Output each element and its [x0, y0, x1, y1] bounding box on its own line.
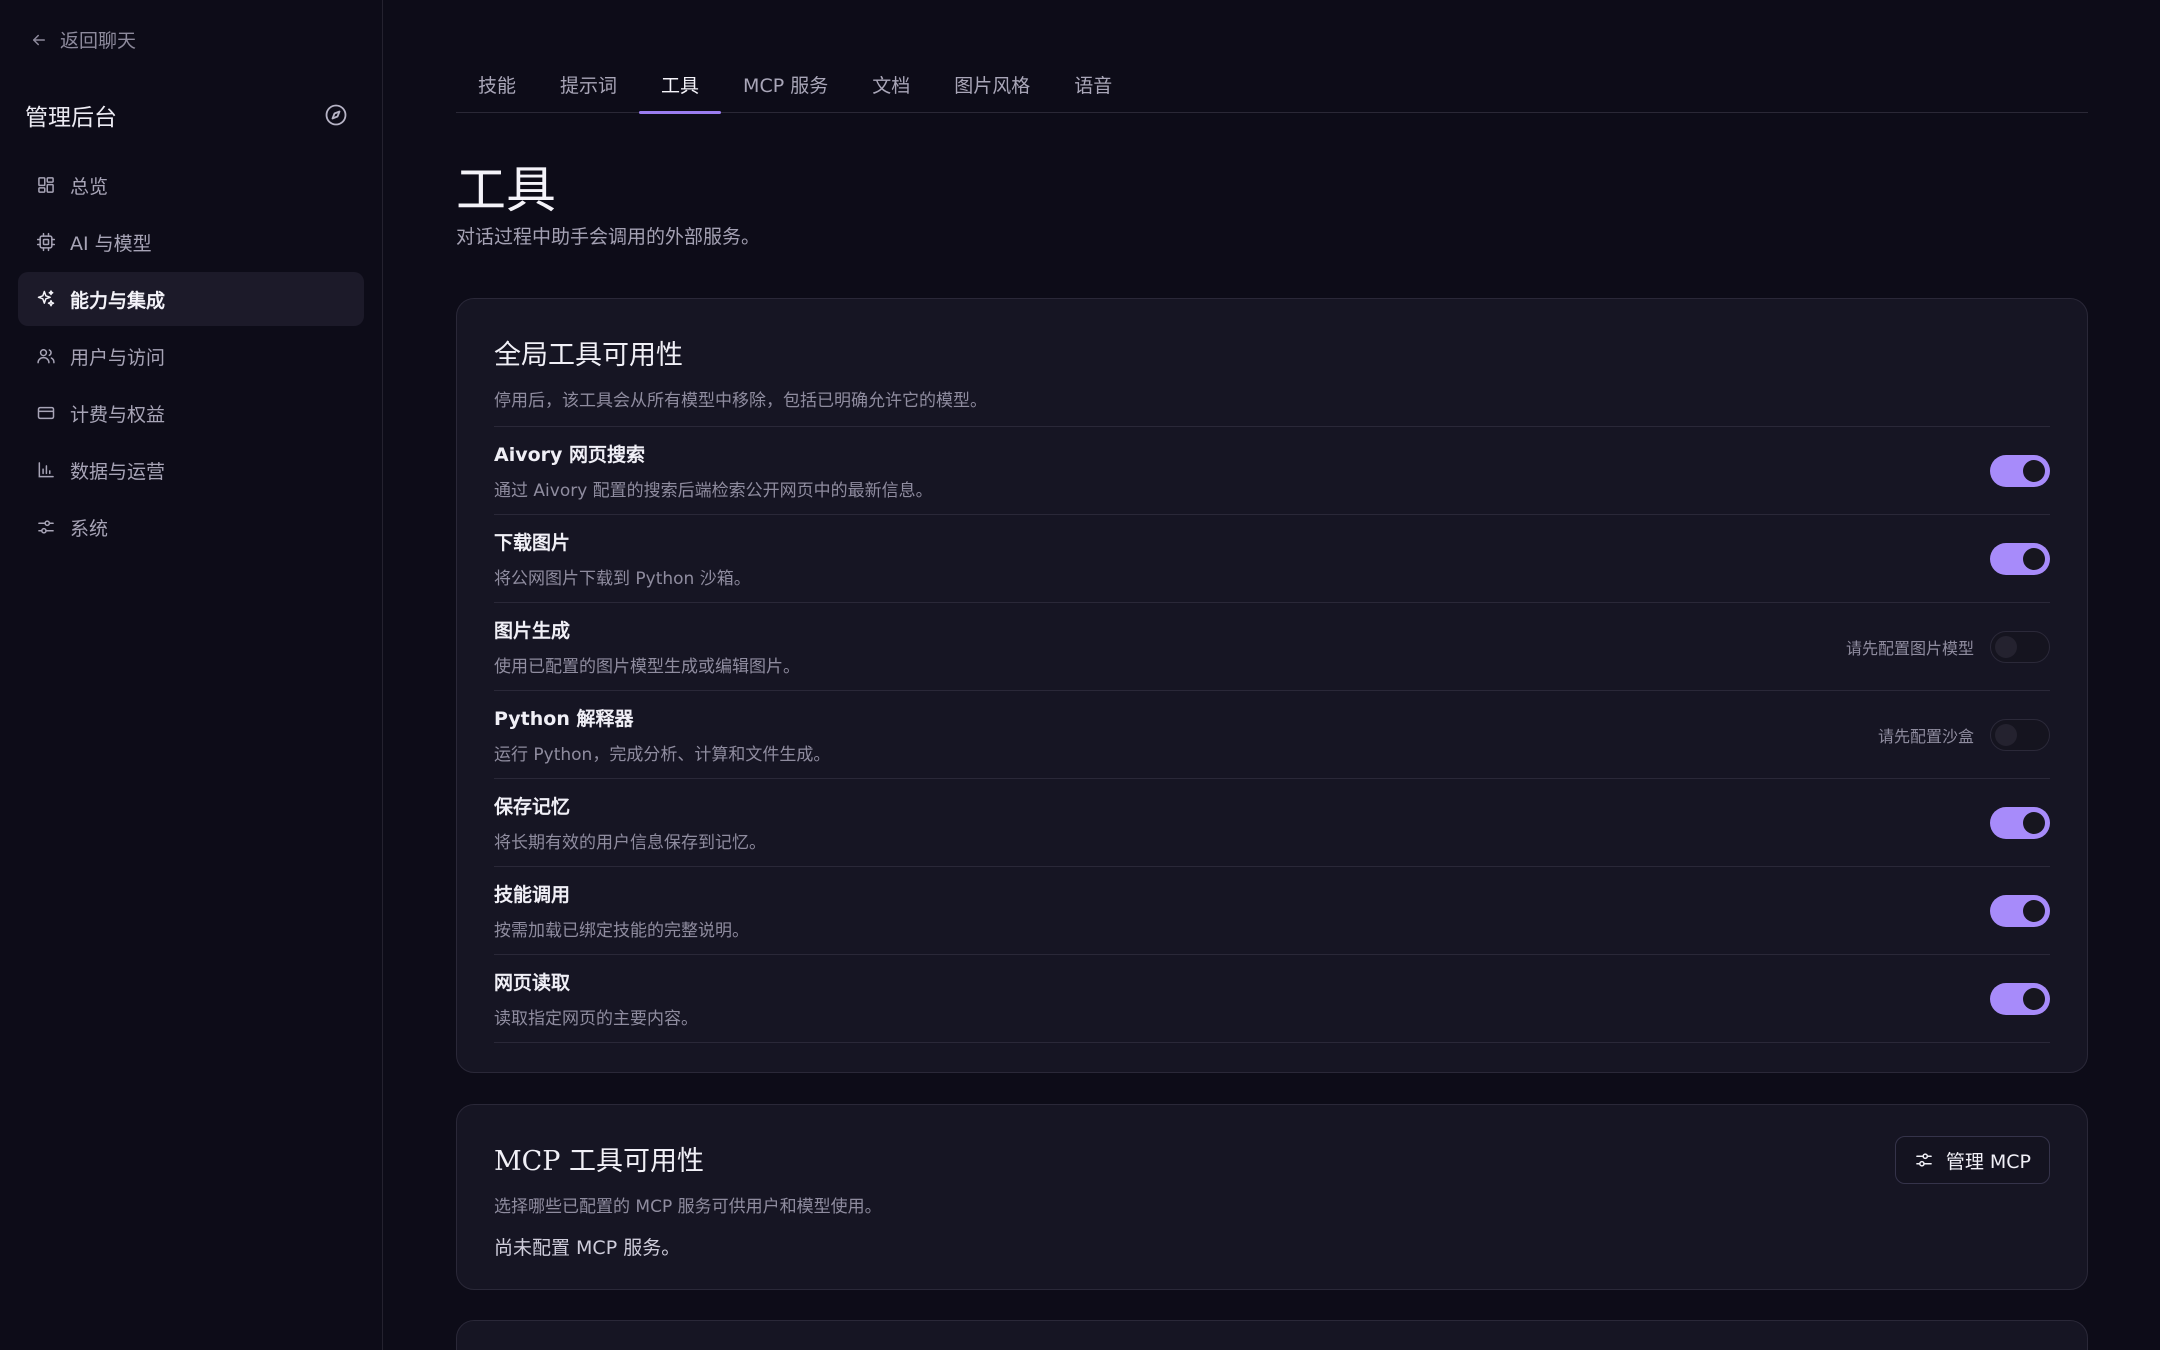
tool-description: 将公网图片下载到 Python 沙箱。 — [494, 569, 751, 589]
bar-chart-icon — [38, 462, 54, 478]
tool-name: 下载图片 — [494, 532, 571, 554]
cpu-icon — [36, 232, 56, 252]
tool-info: 图片生成 使用已配置的图片模型生成或编辑图片。 — [494, 616, 800, 677]
main-content: 技能 提示词 工具 MCP 服务 文档 图片风格 语音 工具 对话过程中助手会调… — [383, 0, 2160, 1350]
mcp-empty-state: 尚未配置 MCP 服务。 — [494, 1237, 681, 1259]
tool-row-skill-invoke: 技能调用 按需加载已绑定技能的完整说明。 — [494, 867, 2050, 955]
sliders-icon — [1915, 1153, 1932, 1167]
tab-skills[interactable]: 技能 — [456, 56, 538, 113]
card-title: MCP 工具可用性 — [494, 1146, 705, 1177]
tool-name: Python 解释器 — [494, 708, 634, 730]
tool-info: 保存记忆 将长期有效的用户信息保存到记忆。 — [494, 792, 766, 853]
tab-image-styles[interactable]: 图片风格 — [932, 56, 1052, 113]
tool-description: 使用已配置的图片模型生成或编辑图片。 — [494, 657, 800, 677]
tool-controls — [1990, 542, 2050, 575]
sidebar-item-label: 系统 — [70, 517, 109, 540]
tool-info: 下载图片 将公网图片下载到 Python 沙箱。 — [494, 528, 751, 589]
tool-info: Aivory 网页搜索 通过 Aivory 配置的搜索后端检索公开网页中的最新信… — [494, 440, 933, 501]
tool-row-save-memory: 保存记忆 将长期有效的用户信息保存到记忆。 — [494, 779, 2050, 867]
tool-controls — [1990, 806, 2050, 839]
card-description: 停用后，该工具会从所有模型中移除，包括已明确允许它的模型。 — [494, 391, 987, 411]
sidebar-item-ai-models[interactable]: AI 与模型 — [18, 215, 364, 269]
tool-name: 网页读取 — [494, 972, 571, 994]
tool-config-note: 请先配置沙盒 — [1877, 726, 1974, 746]
tool-description: 按需加载已绑定技能的完整说明。 — [494, 921, 749, 941]
tab-documents[interactable]: 文档 — [850, 56, 932, 113]
manage-mcp-button[interactable]: 管理 MCP — [1894, 1136, 2050, 1184]
dashboard-icon — [38, 177, 54, 193]
global-tools-card: 全局工具可用性 停用后，该工具会从所有模型中移除，包括已明确允许它的模型。 Ai… — [456, 298, 2088, 1073]
tool-name: 保存记忆 — [494, 796, 571, 818]
manage-mcp-label: 管理 MCP — [1945, 1150, 2031, 1173]
tool-row-web-search: Aivory 网页搜索 通过 Aivory 配置的搜索后端检索公开网页中的最新信… — [494, 427, 2050, 515]
sidebar-title: 管理后台 — [25, 105, 117, 131]
tab-voice[interactable]: 语音 — [1052, 56, 1134, 113]
image-generation-toggle[interactable] — [1990, 630, 2050, 663]
sidebar-item-label: 能力与集成 — [70, 289, 166, 312]
tool-info: 网页读取 读取指定网页的主要内容。 — [494, 968, 698, 1029]
tool-name: 图片生成 — [494, 620, 571, 642]
python-interpreter-toggle[interactable] — [1990, 718, 2050, 751]
sidebar-item-system[interactable]: 系统 — [18, 500, 364, 554]
tool-description: 将长期有效的用户信息保存到记忆。 — [494, 833, 766, 853]
sidebar-item-capabilities[interactable]: 能力与集成 — [18, 272, 364, 326]
page-title: 工具 — [456, 161, 556, 219]
save-memory-toggle[interactable] — [1990, 806, 2050, 839]
web-search-toggle[interactable] — [1990, 454, 2050, 487]
tool-row-image-generation: 图片生成 使用已配置的图片模型生成或编辑图片。 请先配置图片模型 — [494, 603, 2050, 691]
tool-row-download-image: 下载图片 将公网图片下载到 Python 沙箱。 — [494, 515, 2050, 603]
sidebar-nav: 总览 AI 与模型 能力与集成 用户与访问 计费与权益 数据与运营 系统 — [18, 158, 364, 557]
sidebar-item-label: 计费与权益 — [70, 403, 166, 426]
sidebar-item-label: 总览 — [70, 175, 109, 198]
tab-bar: 技能 提示词 工具 MCP 服务 文档 图片风格 语音 — [456, 56, 2088, 114]
sidebar-item-overview[interactable]: 总览 — [18, 158, 364, 212]
back-to-chat-label: 返回聊天 — [60, 30, 137, 52]
tool-info: 技能调用 按需加载已绑定技能的完整说明。 — [494, 880, 749, 941]
sidebar-item-label: AI 与模型 — [70, 232, 152, 255]
tab-prompts[interactable]: 提示词 — [538, 56, 639, 113]
page-subtitle: 对话过程中助手会调用的外部服务。 — [456, 226, 761, 248]
arrow-left-icon — [33, 34, 45, 45]
credit-card-icon — [37, 406, 55, 420]
tab-tools[interactable]: 工具 — [639, 56, 722, 114]
tool-name: Aivory 网页搜索 — [494, 444, 646, 466]
sidebar: 返回聊天 管理后台 总览 AI 与模型 能力与集成 用户与访问 计费与权益 数据… — [0, 0, 383, 1350]
tool-name: 技能调用 — [494, 884, 571, 906]
next-card — [456, 1320, 2088, 1350]
card-header: MCP 工具可用性 选择哪些已配置的 MCP 服务可供用户和模型使用。 — [494, 1139, 2050, 1217]
sidebar-item-data-ops[interactable]: 数据与运营 — [18, 443, 364, 497]
tool-controls — [1990, 454, 2050, 487]
tool-info: Python 解释器 运行 Python，完成分析、计算和文件生成。 — [494, 704, 830, 765]
tool-controls — [1990, 894, 2050, 927]
tool-description: 运行 Python，完成分析、计算和文件生成。 — [494, 745, 831, 765]
mcp-tools-card: MCP 工具可用性 选择哪些已配置的 MCP 服务可供用户和模型使用。 管理 M… — [456, 1104, 2088, 1290]
sliders-icon — [38, 520, 54, 534]
sidebar-item-label: 数据与运营 — [70, 460, 166, 483]
sidebar-item-billing[interactable]: 计费与权益 — [18, 386, 364, 440]
tool-description: 通过 Aivory 配置的搜索后端检索公开网页中的最新信息。 — [494, 481, 933, 501]
back-to-chat-link[interactable]: 返回聊天 — [30, 26, 136, 53]
card-header: 全局工具可用性 停用后，该工具会从所有模型中移除，包括已明确允许它的模型。 — [494, 333, 2050, 411]
sidebar-item-users-access[interactable]: 用户与访问 — [18, 329, 364, 383]
sidebar-header: 管理后台 — [25, 98, 348, 132]
download-image-toggle[interactable] — [1990, 542, 2050, 575]
tab-mcp-services[interactable]: MCP 服务 — [721, 56, 850, 113]
sparkles-icon — [37, 290, 55, 307]
tool-row-python-interpreter: Python 解释器 运行 Python，完成分析、计算和文件生成。 请先配置沙… — [494, 691, 2050, 779]
card-title: 全局工具可用性 — [494, 340, 683, 371]
web-reader-toggle[interactable] — [1990, 982, 2050, 1015]
tool-controls — [1990, 982, 2050, 1015]
tool-config-note: 请先配置图片模型 — [1845, 638, 1974, 658]
tool-description: 读取指定网页的主要内容。 — [494, 1009, 698, 1029]
card-description: 选择哪些已配置的 MCP 服务可供用户和模型使用。 — [494, 1197, 882, 1217]
app-root: 返回聊天 管理后台 总览 AI 与模型 能力与集成 用户与访问 计费与权益 数据… — [0, 0, 2160, 1350]
skill-invoke-toggle[interactable] — [1990, 894, 2050, 927]
tool-list: Aivory 网页搜索 通过 Aivory 配置的搜索后端检索公开网页中的最新信… — [494, 426, 2050, 1043]
tool-controls: 请先配置图片模型 — [1845, 630, 2050, 663]
compass-icon[interactable] — [324, 103, 348, 127]
tool-row-web-reader: 网页读取 读取指定网页的主要内容。 — [494, 955, 2050, 1043]
users-icon — [37, 349, 55, 364]
tool-controls: 请先配置沙盒 — [1877, 718, 2050, 751]
sidebar-item-label: 用户与访问 — [70, 346, 166, 369]
